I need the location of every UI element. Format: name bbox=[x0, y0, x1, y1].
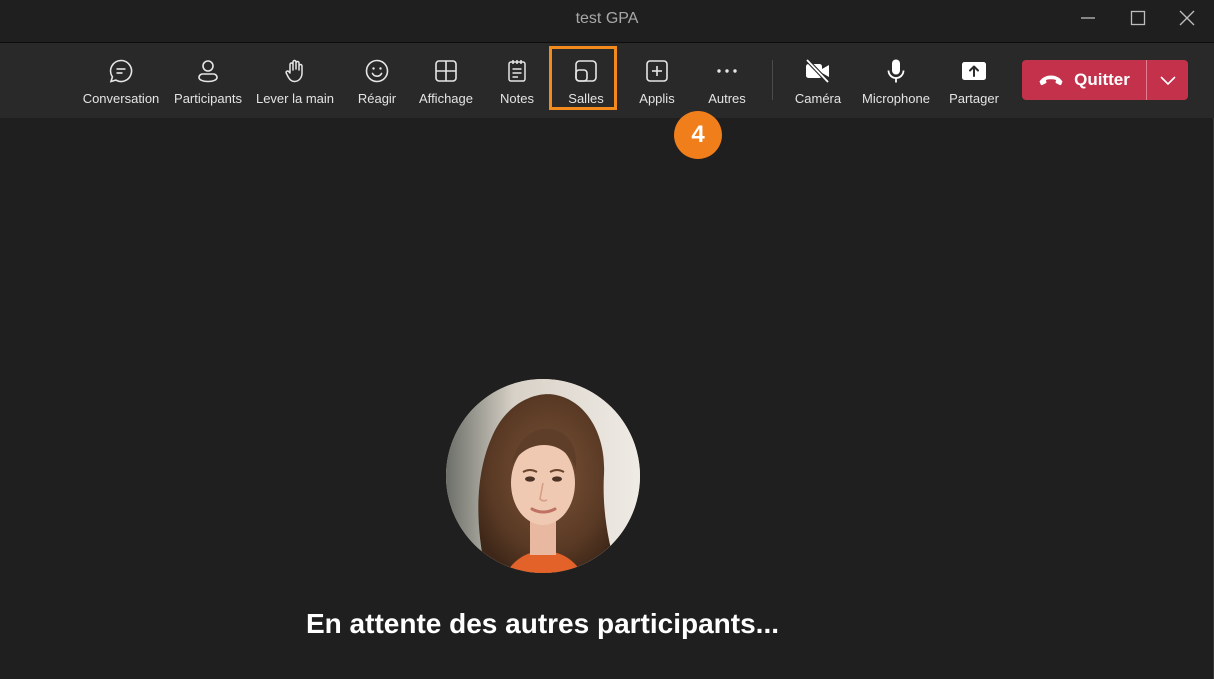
maximize-button[interactable] bbox=[1115, 0, 1161, 36]
apps-button[interactable]: Applis bbox=[632, 43, 682, 118]
react-label: Réagir bbox=[357, 91, 397, 106]
leave-label: Quitter bbox=[1074, 70, 1130, 89]
breakout-rooms-icon bbox=[575, 60, 597, 82]
participants-button[interactable]: Participants bbox=[171, 43, 245, 118]
notes-button[interactable]: Notes bbox=[493, 43, 541, 118]
breakout-rooms-button[interactable]: Salles bbox=[556, 43, 616, 118]
meeting-toolbar: Conversation Participants Lever la main bbox=[0, 43, 1214, 118]
hang-up-phone-icon bbox=[1039, 75, 1063, 86]
camera-button[interactable]: Caméra bbox=[790, 43, 846, 118]
minimize-icon bbox=[1081, 17, 1095, 19]
participant-photo-icon bbox=[446, 379, 640, 573]
raise-hand-button[interactable]: Lever la main bbox=[254, 43, 336, 118]
notes-label: Notes bbox=[500, 91, 534, 106]
leave-options-dropdown[interactable] bbox=[1147, 60, 1188, 100]
raise-hand-icon bbox=[285, 59, 303, 83]
teams-meeting-window: test GPA Conversation Participants Lever… bbox=[0, 0, 1214, 679]
people-icon bbox=[198, 60, 218, 83]
title-bar: test GPA bbox=[0, 0, 1214, 43]
conversation-button[interactable]: Conversation bbox=[80, 43, 162, 118]
more-options-label: Autres bbox=[708, 91, 746, 106]
more-dots-icon bbox=[717, 69, 737, 73]
step-number-badge: 4 bbox=[674, 111, 722, 159]
close-window-button[interactable] bbox=[1164, 0, 1210, 36]
microphone-button[interactable]: Microphone bbox=[856, 43, 936, 118]
share-button[interactable]: Partager bbox=[945, 43, 1003, 118]
raise-hand-label: Lever la main bbox=[255, 91, 335, 106]
react-button[interactable]: Réagir bbox=[350, 43, 404, 118]
share-label: Partager bbox=[949, 91, 999, 106]
notepad-icon bbox=[508, 60, 526, 82]
conversation-label: Conversation bbox=[82, 91, 160, 106]
camera-off-icon bbox=[805, 58, 830, 84]
add-app-icon bbox=[646, 60, 668, 82]
meeting-stage bbox=[0, 118, 1214, 679]
apps-label: Applis bbox=[639, 91, 675, 106]
leave-button[interactable]: Quitter bbox=[1022, 60, 1146, 100]
view-button[interactable]: Affichage bbox=[413, 43, 479, 118]
toolbar-divider bbox=[772, 60, 773, 100]
waiting-message: En attente des autres participants... bbox=[305, 608, 780, 639]
participants-label: Participants bbox=[174, 91, 242, 106]
minimize-button[interactable] bbox=[1065, 0, 1111, 36]
more-options-button[interactable]: Autres bbox=[701, 43, 753, 118]
window-title: test GPA bbox=[575, 10, 639, 27]
leave-button-group: Quitter bbox=[1022, 60, 1188, 100]
view-label: Affichage bbox=[419, 91, 473, 106]
share-screen-icon bbox=[962, 62, 986, 80]
microphone-icon bbox=[887, 59, 905, 83]
maximize-icon bbox=[1130, 10, 1146, 26]
chevron-down-icon bbox=[1159, 76, 1176, 86]
camera-label: Caméra bbox=[794, 91, 842, 106]
close-icon bbox=[1179, 10, 1195, 26]
participant-avatar bbox=[446, 379, 640, 573]
smiley-icon bbox=[365, 59, 389, 83]
grid-view-icon bbox=[435, 60, 457, 82]
chat-bubble-icon bbox=[109, 59, 133, 83]
microphone-label: Microphone bbox=[862, 91, 930, 106]
breakout-rooms-label: Salles bbox=[568, 91, 604, 106]
